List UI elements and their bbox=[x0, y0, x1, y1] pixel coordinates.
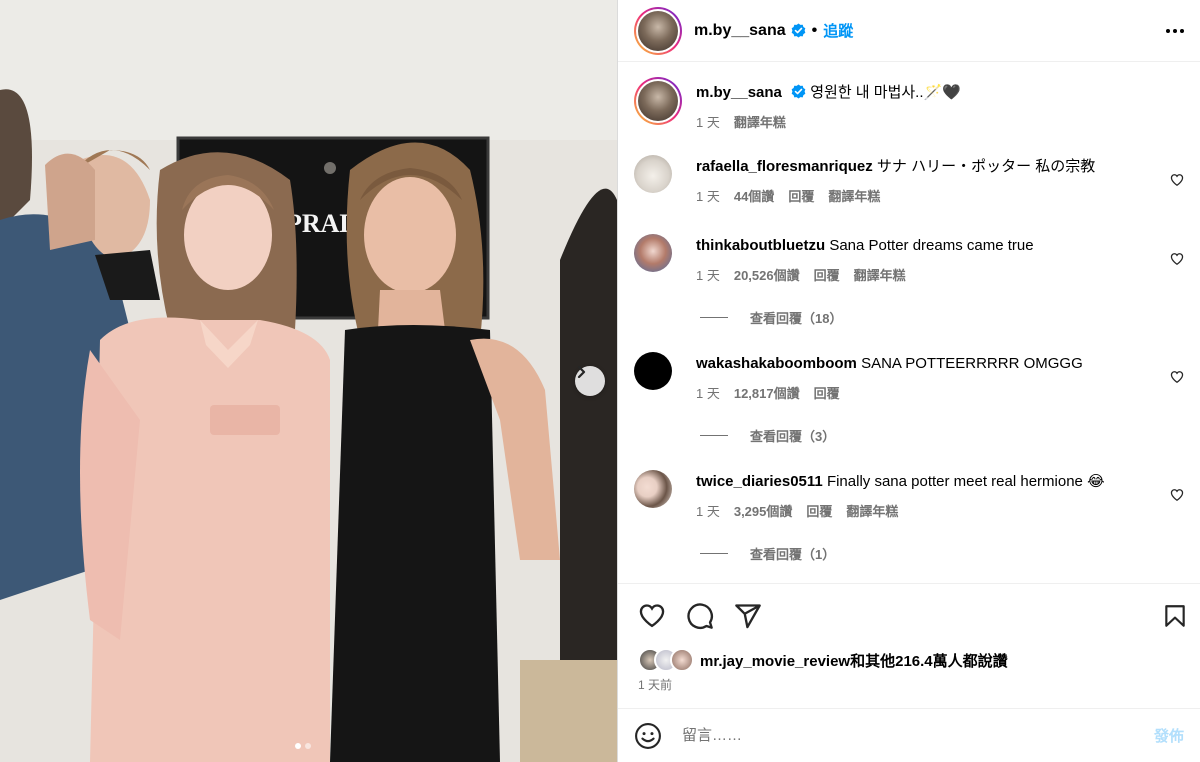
separator-dot: • bbox=[811, 21, 818, 39]
view-replies-label: 查看回覆（3） bbox=[750, 429, 836, 444]
verified-badge-icon bbox=[791, 84, 806, 99]
view-replies-label: 查看回覆（1） bbox=[750, 547, 836, 562]
reply-button[interactable]: 回覆 bbox=[814, 265, 840, 284]
next-photo-button[interactable] bbox=[575, 366, 605, 396]
carousel-dot-active bbox=[295, 743, 301, 749]
author-avatar[interactable] bbox=[634, 6, 682, 55]
add-comment-bar: 發佈 bbox=[618, 708, 1200, 762]
comment-username[interactable]: twice_diaries0511 bbox=[696, 473, 823, 490]
post-time[interactable]: 1 天前 bbox=[638, 676, 672, 693]
comment-input[interactable] bbox=[682, 727, 1122, 744]
follow-button[interactable]: 追蹤 bbox=[823, 20, 853, 41]
comment-time[interactable]: 1 天 bbox=[696, 501, 720, 520]
caption-time[interactable]: 1 天 bbox=[696, 112, 720, 131]
translate-button[interactable]: 翻譯年糕 bbox=[828, 186, 880, 205]
emoji-icon[interactable] bbox=[634, 722, 662, 750]
verified-badge-icon bbox=[791, 23, 805, 38]
author-username[interactable]: m.by__sana bbox=[694, 22, 786, 40]
photo-illustration: PRAD bbox=[0, 0, 617, 762]
comment-text: サナ ハリー・ポッター 私の宗教 bbox=[876, 158, 1096, 175]
commenter-avatar[interactable] bbox=[634, 352, 672, 390]
chevron-right-icon bbox=[577, 366, 586, 378]
post-photo: PRAD bbox=[0, 0, 617, 762]
comment-time[interactable]: 1 天 bbox=[696, 186, 720, 205]
reply-button[interactable]: 回覆 bbox=[788, 186, 814, 205]
likes-summary[interactable]: mr.jay_movie_review和其他216.4萬人都說讚 bbox=[638, 648, 1008, 672]
view-replies-line bbox=[700, 317, 728, 318]
view-replies-label: 查看回覆（18） bbox=[750, 311, 843, 326]
post-comment-button[interactable]: 發佈 bbox=[1154, 725, 1184, 746]
comment-likes-count[interactable]: 3,295個讚 bbox=[734, 501, 793, 520]
comment-item: wakashakaboomboom SANA POTTEERRRRR OMGGG… bbox=[634, 352, 1184, 412]
commenter-avatar[interactable] bbox=[634, 155, 672, 193]
more-options-icon[interactable] bbox=[1166, 28, 1184, 33]
likes-count-text[interactable]: 和其他216.4萬人都說讚 bbox=[850, 653, 1008, 670]
translate-button[interactable]: 翻譯年糕 bbox=[846, 501, 898, 520]
comments-list[interactable]: m.by__sana 영원한 내 마법사..🪄🖤 1 天 翻譯年糕 rafael… bbox=[618, 63, 1200, 583]
caption-username[interactable]: m.by__sana bbox=[696, 84, 782, 101]
post-header: m.by__sana • 追蹤 bbox=[618, 0, 1200, 62]
caption-translate-button[interactable]: 翻譯年糕 bbox=[734, 112, 786, 131]
bookmark-icon[interactable] bbox=[1162, 602, 1188, 630]
liker-avatar bbox=[670, 648, 694, 672]
comment-likes-count[interactable]: 12,817個讚 bbox=[734, 383, 800, 402]
heart-icon[interactable] bbox=[638, 602, 666, 630]
carousel-dot bbox=[305, 743, 311, 749]
comment-item: thinkaboutbluetzu Sana Potter dreams cam… bbox=[634, 234, 1184, 294]
comment-likes-count[interactable]: 20,526個讚 bbox=[734, 265, 800, 284]
view-replies-button[interactable]: 查看回覆（1） bbox=[700, 544, 835, 563]
post-view: PRAD m.by__sana • 追蹤 m.by__sana 영원한 내 마법… bbox=[0, 0, 1200, 762]
view-replies-line bbox=[700, 553, 728, 554]
reply-button[interactable]: 回覆 bbox=[814, 383, 840, 402]
view-replies-line bbox=[700, 435, 728, 436]
share-icon[interactable] bbox=[734, 602, 762, 630]
reply-button[interactable]: 回覆 bbox=[806, 501, 832, 520]
carousel-dots bbox=[295, 743, 311, 749]
comment-item: rafaella_floresmanriquez サナ ハリー・ポッター 私の宗… bbox=[634, 155, 1184, 215]
post-actions bbox=[618, 583, 1200, 643]
like-comment-heart-icon[interactable] bbox=[1170, 173, 1184, 187]
comment-time[interactable]: 1 天 bbox=[696, 265, 720, 284]
comment-icon[interactable] bbox=[686, 602, 714, 630]
translate-button[interactable]: 翻譯年糕 bbox=[854, 265, 906, 284]
liker-username[interactable]: mr.jay_movie_review bbox=[700, 653, 850, 670]
like-comment-heart-icon[interactable] bbox=[1170, 488, 1184, 502]
comment-username[interactable]: rafaella_floresmanriquez bbox=[696, 158, 873, 175]
post-panel: m.by__sana • 追蹤 m.by__sana 영원한 내 마법사..🪄🖤… bbox=[617, 0, 1200, 762]
comment-username[interactable]: thinkaboutbluetzu bbox=[696, 237, 825, 254]
comment-text: Sana Potter dreams came true bbox=[829, 237, 1034, 254]
caption-avatar[interactable] bbox=[634, 77, 682, 125]
like-comment-heart-icon[interactable] bbox=[1170, 252, 1184, 266]
comment-item: twice_diaries0511 Finally sana potter me… bbox=[634, 470, 1184, 530]
caption-text: 영원한 내 마법사..🪄🖤 bbox=[810, 84, 961, 101]
view-replies-button[interactable]: 查看回覆（18） bbox=[700, 308, 842, 327]
comment-time[interactable]: 1 天 bbox=[696, 383, 720, 402]
comment-username[interactable]: wakashakaboomboom bbox=[696, 355, 857, 372]
comment-text: Finally sana potter meet real hermione 😂 bbox=[826, 473, 1105, 490]
comment-likes-count[interactable]: 44個讚 bbox=[734, 186, 774, 205]
commenter-avatar[interactable] bbox=[634, 234, 672, 272]
like-comment-heart-icon[interactable] bbox=[1170, 370, 1184, 384]
comment-text: SANA POTTEERRRRR OMGGG bbox=[861, 355, 1083, 372]
view-replies-button[interactable]: 查看回覆（3） bbox=[700, 426, 835, 445]
caption-row: m.by__sana 영원한 내 마법사..🪄🖤 1 天 翻譯年糕 bbox=[634, 77, 1184, 137]
commenter-avatar[interactable] bbox=[634, 470, 672, 508]
